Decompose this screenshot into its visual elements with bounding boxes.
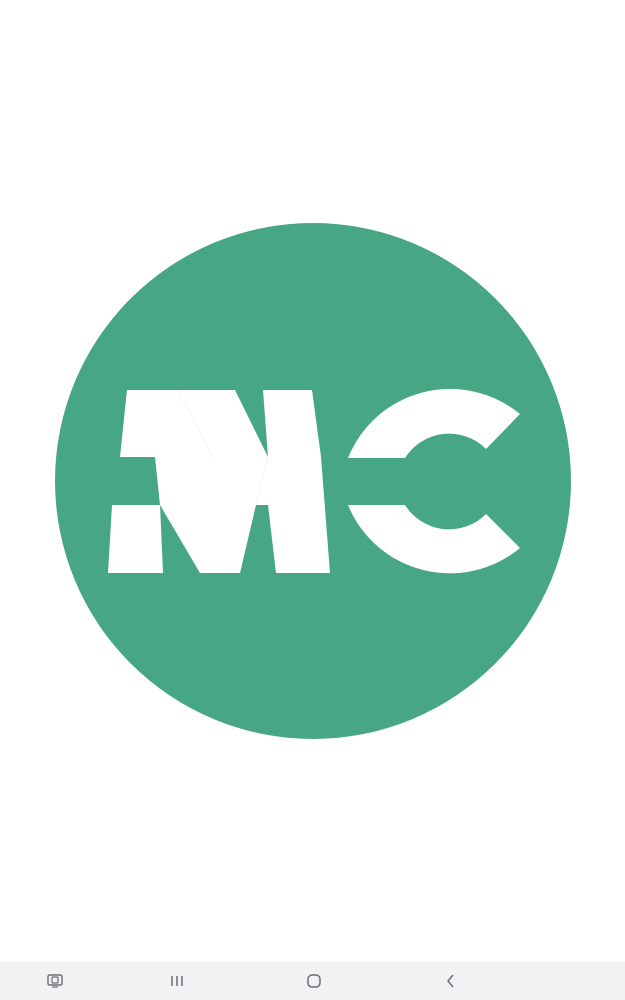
home-button[interactable] [290, 962, 338, 1000]
screenshot-assist-button[interactable] [31, 962, 79, 1000]
splash-screen [0, 0, 625, 1000]
back-icon [446, 974, 456, 988]
app-logo [0, 0, 625, 962]
system-navigation-bar [0, 962, 625, 1000]
recents-icon [170, 975, 184, 987]
home-icon [307, 974, 321, 988]
screenshot-icon [47, 974, 63, 988]
recent-apps-button[interactable] [153, 962, 201, 1000]
back-button[interactable] [427, 962, 475, 1000]
